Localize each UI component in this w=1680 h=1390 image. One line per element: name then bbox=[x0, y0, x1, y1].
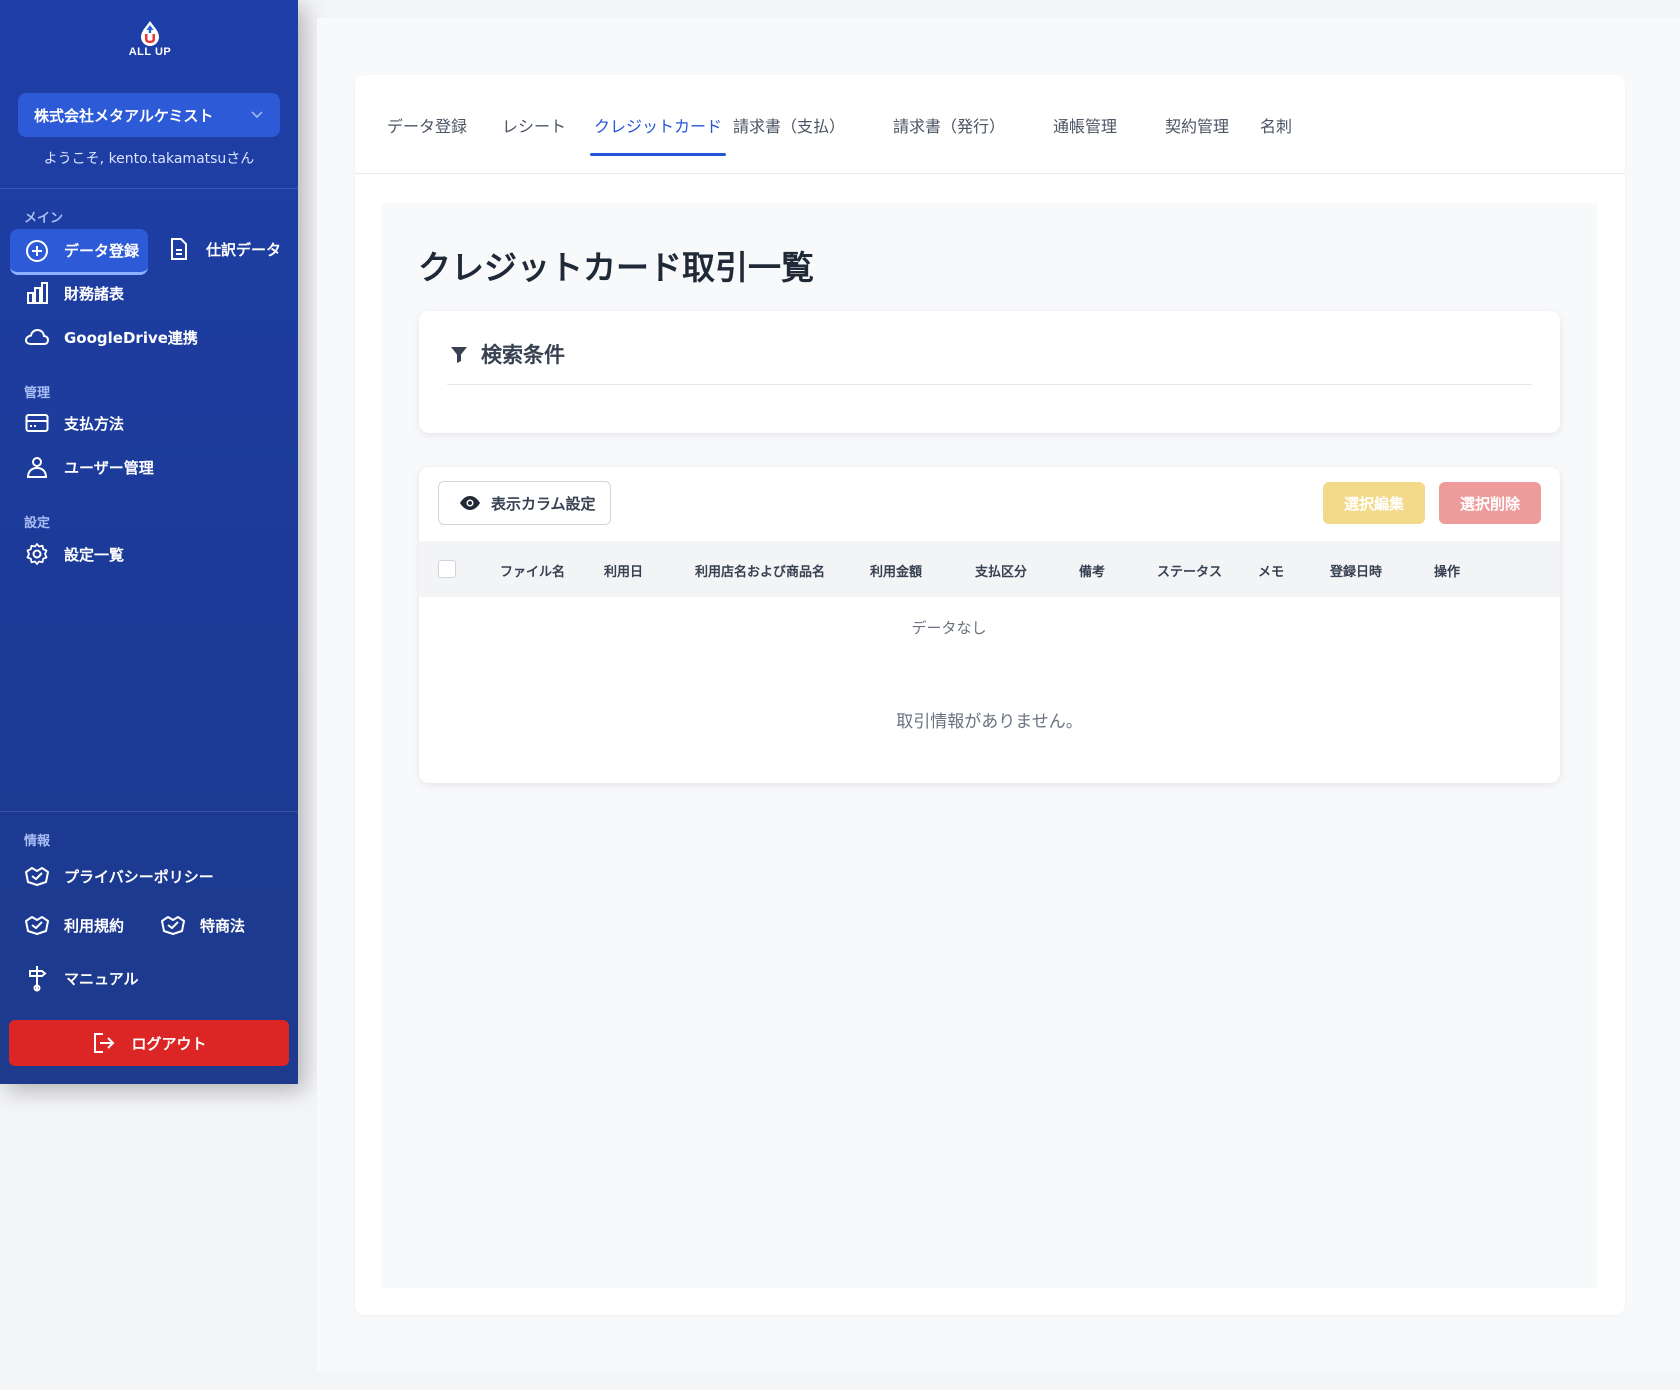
search-title: 検索条件 bbox=[481, 343, 565, 367]
document-icon bbox=[166, 236, 192, 262]
sidebar-item-label: ユーザー管理 bbox=[64, 458, 154, 477]
company-selector[interactable]: 株式会社メタアルケミスト bbox=[18, 93, 280, 137]
tab-business-card[interactable]: 名刺 bbox=[1260, 113, 1292, 157]
section-label-manage: 管理 bbox=[24, 386, 51, 401]
sidebar-item-label: プライバシーポリシー bbox=[64, 867, 214, 886]
content-panel: クレジットカード取引一覧 検索条件 表示カラム設定 選択編集 選択削除 ファイル… bbox=[382, 203, 1597, 1288]
column-header[interactable]: 利用店名および商品名 bbox=[695, 561, 825, 580]
column-settings-button[interactable]: 表示カラム設定 bbox=[438, 481, 611, 525]
app-logo[interactable]: ALL UP bbox=[124, 20, 176, 70]
sidebar-item-label: 設定一覧 bbox=[64, 545, 125, 564]
column-header[interactable]: 利用金額 bbox=[870, 561, 922, 580]
section-label-settings: 設定 bbox=[24, 516, 51, 531]
sidebar-item-settings[interactable]: 設定一覧 bbox=[10, 534, 124, 574]
sidebar-item-label: データ登録 bbox=[64, 242, 140, 260]
no-data-text: データなし bbox=[911, 619, 987, 637]
column-settings-label: 表示カラム設定 bbox=[491, 494, 596, 513]
tab-receipt[interactable]: レシート bbox=[502, 113, 566, 157]
column-header[interactable]: 操作 bbox=[1434, 561, 1460, 580]
logout-button[interactable]: ログアウト bbox=[9, 1020, 289, 1066]
handshake-icon bbox=[24, 912, 50, 938]
welcome-text: ようこそ, kento.takamatsuさん bbox=[43, 151, 255, 167]
logout-label: ログアウト bbox=[131, 1034, 207, 1053]
tab-contract[interactable]: 契約管理 bbox=[1165, 113, 1229, 157]
column-header[interactable]: 登録日時 bbox=[1330, 561, 1382, 580]
sidebar-item-label: マニュアル bbox=[64, 969, 139, 988]
column-header[interactable]: ステータス bbox=[1157, 561, 1222, 580]
content-card: データ登録 レシート クレジットカード 請求書（支払） 請求書（発行） 通帳管理… bbox=[355, 75, 1625, 1315]
handshake-icon bbox=[160, 912, 186, 938]
gear-icon bbox=[24, 541, 50, 567]
sidebar-item-data-register[interactable]: データ登録 bbox=[10, 229, 148, 275]
sidebar-item-gdrive[interactable]: GoogleDrive連携 bbox=[10, 317, 198, 357]
sidebar-item-payment[interactable]: 支払方法 bbox=[10, 403, 124, 443]
tab-bankbook[interactable]: 通帳管理 bbox=[1053, 113, 1117, 157]
column-header[interactable]: 利用日 bbox=[604, 561, 643, 580]
sidebar-item-commerce[interactable]: 特商法 bbox=[146, 905, 245, 945]
bulk-delete-button[interactable]: 選択削除 bbox=[1439, 482, 1541, 524]
handshake-icon bbox=[24, 863, 50, 889]
user-icon bbox=[24, 454, 50, 480]
chevron-down-icon bbox=[250, 107, 264, 125]
sidebar: ALL UP 株式会社メタアルケミスト ようこそ, kento.takamats… bbox=[0, 0, 298, 1084]
filter-icon bbox=[449, 344, 469, 364]
sidebar-item-financial[interactable]: 財務諸表 bbox=[10, 273, 124, 313]
logout-icon bbox=[91, 1031, 117, 1055]
page-title: クレジットカード取引一覧 bbox=[418, 248, 814, 287]
sidebar-item-label: 支払方法 bbox=[64, 414, 125, 433]
sidebar-divider bbox=[0, 188, 298, 189]
column-header[interactable]: メモ bbox=[1258, 561, 1284, 580]
tab-data-register[interactable]: データ登録 bbox=[387, 113, 467, 157]
tab-invoice-payment[interactable]: 請求書（支払） bbox=[733, 113, 845, 157]
plus-circle-icon bbox=[24, 238, 50, 264]
sidebar-item-users[interactable]: ユーザー管理 bbox=[10, 447, 154, 487]
sidebar-item-label: 仕訳データ bbox=[206, 240, 282, 259]
section-label-info: 情報 bbox=[24, 834, 51, 849]
eye-icon bbox=[459, 495, 481, 511]
bar-chart-icon bbox=[24, 280, 50, 306]
sidebar-item-label: GoogleDrive連携 bbox=[64, 328, 198, 347]
tab-bar: データ登録 レシート クレジットカード 請求書（支払） 請求書（発行） 通帳管理… bbox=[355, 75, 1625, 174]
signpost-icon bbox=[24, 965, 50, 992]
column-header[interactable]: 支払区分 bbox=[975, 561, 1027, 580]
sidebar-item-terms[interactable]: 利用規約 bbox=[10, 905, 124, 945]
tab-invoice-issue[interactable]: 請求書（発行） bbox=[893, 113, 1005, 157]
credit-card-icon bbox=[24, 410, 50, 436]
table-header: ファイル名 利用日 利用店名および商品名 利用金額 支払区分 備考 ステータス … bbox=[419, 541, 1560, 597]
empty-message: 取引情報がありません。 bbox=[896, 712, 1083, 732]
water-drop-icon bbox=[141, 21, 159, 46]
search-panel: 検索条件 bbox=[419, 311, 1560, 433]
sidebar-item-privacy[interactable]: プライバシーポリシー bbox=[10, 856, 214, 896]
sidebar-item-label: 財務諸表 bbox=[64, 284, 125, 303]
logo-text: ALL UP bbox=[128, 46, 172, 58]
sidebar-item-journal-data[interactable]: 仕訳データ bbox=[152, 229, 281, 269]
column-header[interactable]: 備考 bbox=[1079, 561, 1105, 580]
transactions-table: 表示カラム設定 選択編集 選択削除 ファイル名 利用日 利用店名および商品名 利… bbox=[419, 467, 1560, 783]
sidebar-divider bbox=[0, 811, 298, 812]
sidebar-item-label: 特商法 bbox=[200, 916, 246, 935]
tab-credit-card[interactable]: クレジットカード bbox=[589, 113, 727, 157]
section-label-main: メイン bbox=[24, 211, 64, 226]
sidebar-item-manual[interactable]: マニュアル bbox=[10, 958, 139, 998]
cloud-icon bbox=[24, 324, 50, 350]
search-divider bbox=[447, 384, 1532, 385]
select-all-checkbox[interactable] bbox=[438, 560, 456, 578]
column-header[interactable]: ファイル名 bbox=[500, 561, 565, 580]
search-header[interactable]: 検索条件 bbox=[449, 339, 565, 369]
sidebar-item-label: 利用規約 bbox=[64, 916, 125, 935]
company-name: 株式会社メタアルケミスト bbox=[34, 106, 214, 125]
bulk-edit-button[interactable]: 選択編集 bbox=[1323, 482, 1425, 524]
